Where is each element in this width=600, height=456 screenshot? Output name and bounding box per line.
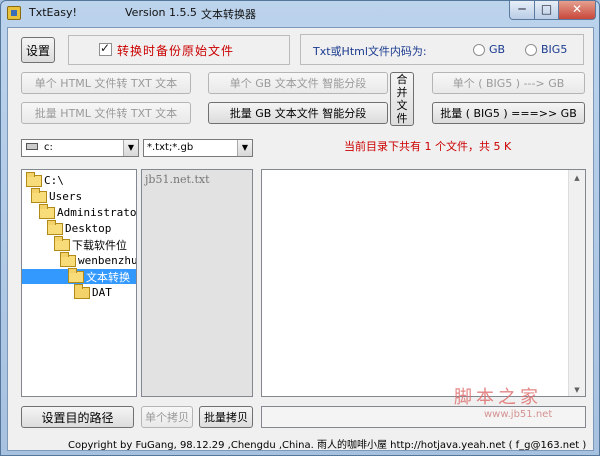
single-big5-to-gb-button[interactable]: 单个 ( BIG5 ) ---> GB [432,72,585,94]
tree-node-root[interactable]: C:\ [26,171,64,188]
batch-copy-button[interactable]: 批量拷贝 [199,406,253,428]
batch-gb-split-button[interactable]: 批量 GB 文本文件 智能分段 [208,102,388,124]
folder-open-icon [39,203,55,219]
batch-big5-to-gb-button[interactable]: 批量 ( BIG5 ) ===>> GB [432,102,585,124]
backup-option-box: 转换时备份原始文件 [68,35,290,65]
single-html-to-txt-button[interactable]: 单个 HTML 文件转 TXT 文本 [21,72,191,94]
text-preview[interactable]: ▲ ▼ [261,169,586,397]
folder-icon [74,283,90,299]
app-title: TxtEasy! [29,6,77,19]
close-icon: ✕ [571,2,583,16]
encoding-label: Txt或Html文件内码为: [313,45,427,58]
app-version: Version 1.5.5 [125,6,197,19]
gb-radio[interactable] [473,44,485,56]
tree-node-administrator[interactable]: Administrator [39,203,136,220]
settings-button[interactable]: 设置 [21,37,55,63]
folder-open-icon [31,187,47,203]
merge-files-button[interactable]: 合并文件 [390,72,414,126]
minimize-icon: ─ [518,2,526,16]
app-window: TxtEasy! Version 1.5.5 文本转换器 ─ □ ✕ 设置 转换… [0,0,600,456]
tree-node-downloads[interactable]: 下载软件位 [54,235,127,252]
set-destination-button[interactable]: 设置目的路径 [21,406,134,428]
directory-tree[interactable]: C:\ Users Administrator Desktop 下载软件位 we… [21,169,137,397]
tree-node-dat[interactable]: DAT [74,283,112,300]
app-icon [7,6,21,20]
big5-radio[interactable] [525,44,537,56]
client-area: 设置 转换时备份原始文件 Txt或Html文件内码为: GB BIG5 单个 H… [7,27,594,451]
single-gb-split-button[interactable]: 单个 GB 文本文件 智能分段 [208,72,388,94]
gb-radio-label: GB [489,43,506,56]
single-copy-button[interactable]: 单个拷贝 [141,406,193,428]
tree-node-desktop[interactable]: Desktop [47,219,111,236]
preview-scrollbar[interactable]: ▲ ▼ [568,170,585,396]
maximize-button[interactable]: □ [534,1,559,20]
title-bar[interactable]: TxtEasy! Version 1.5.5 文本转换器 ─ □ ✕ [1,1,599,27]
folder-open-icon [60,251,76,267]
filter-select[interactable]: *.txt;*.gb ▼ [143,139,253,157]
chevron-down-icon[interactable]: ▼ [123,140,138,156]
tree-node-wenbenzhu[interactable]: wenbenzhu [60,251,136,268]
watermark-url: www.jb51.net [484,409,553,420]
app-subtitle: 文本转换器 [201,8,256,21]
folder-open-icon [26,171,42,187]
maximize-icon: □ [540,2,553,16]
file-list-item[interactable]: jb51.net.txt [145,173,210,186]
tree-node-users[interactable]: Users [31,187,82,204]
encoding-option-box: Txt或Html文件内码为: GB BIG5 [300,34,584,65]
watermark-logo-text: 脚本之家 [454,387,542,408]
scroll-down-icon[interactable]: ▼ [569,382,585,396]
backup-checkbox[interactable] [99,41,112,56]
drive-select[interactable]: c: ▼ [21,139,139,157]
big5-radio-label: BIG5 [541,43,568,56]
status-text: 当前目录下共有 1 个文件，共 5 K [344,140,512,153]
chevron-down-icon[interactable]: ▼ [237,140,252,156]
copyright-text: Copyright by FuGang, 98.12.29 ,Chengdu ,… [68,440,587,451]
folder-open-icon [54,235,70,251]
folder-open-icon [68,267,84,283]
drive-value: c: [44,142,53,153]
scroll-up-icon[interactable]: ▲ [569,170,585,186]
minimize-button[interactable]: ─ [509,1,535,20]
filter-value: *.txt;*.gb [147,142,194,153]
file-list[interactable]: jb51.net.txt [141,169,253,397]
close-button[interactable]: ✕ [558,1,596,20]
tree-node-selected[interactable]: 文本转换 [22,267,136,284]
folder-open-icon [47,219,63,235]
batch-html-to-txt-button[interactable]: 批量 HTML 文件转 TXT 文本 [21,102,191,124]
drive-icon [26,143,38,150]
backup-label: 转换时备份原始文件 [117,44,235,58]
